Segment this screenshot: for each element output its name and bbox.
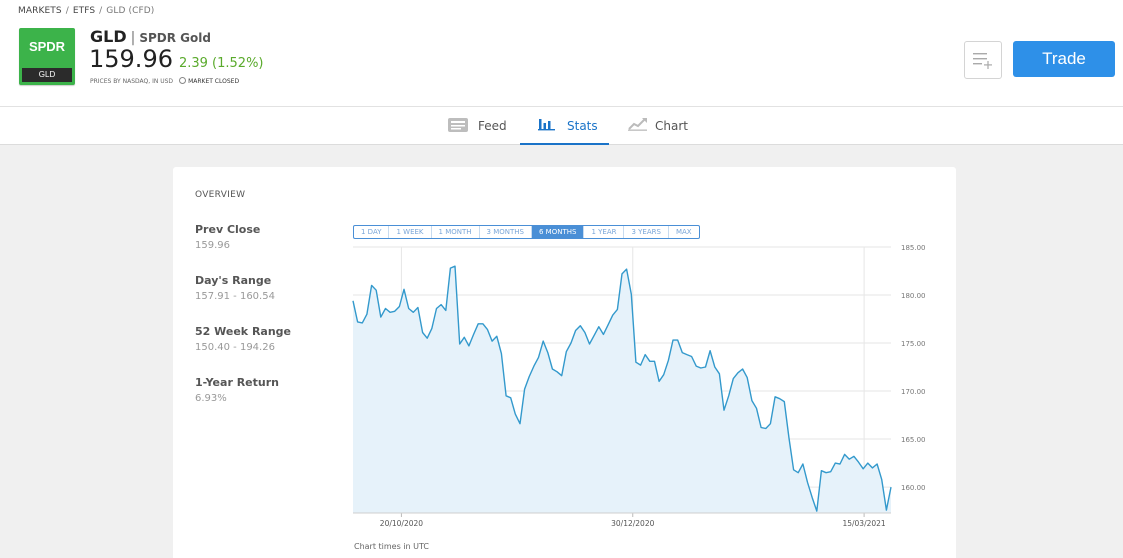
y-tick-label: 165.00 xyxy=(901,436,926,444)
price-row: 159.96 2.39 (1.52%) xyxy=(89,45,264,73)
trade-button[interactable]: Trade xyxy=(1013,41,1115,77)
instrument-title: GLD | SPDR Gold xyxy=(90,27,211,46)
y-tick-label: 175.00 xyxy=(901,340,926,348)
price-subinfo: PRICES BY NASDAQ, IN USD MARKET CLOSED xyxy=(90,77,239,85)
y-tick-label: 180.00 xyxy=(901,292,926,300)
logo-bottom-text: GLD xyxy=(22,68,72,82)
price-change: 2.39 (1.52%) xyxy=(178,56,264,71)
tab-stats-label: Stats xyxy=(567,119,598,133)
tab-stats[interactable]: Stats xyxy=(520,107,609,145)
instrument-header: MARKETS / ETFS / GLD (CFD) SPDR GLD GLD | SPDR… xyxy=(0,0,1123,106)
tab-chart-label: Chart xyxy=(655,119,688,133)
list-add-icon xyxy=(973,53,992,69)
tab-chart[interactable]: Chart xyxy=(628,107,708,145)
instrument-name: SPDR Gold xyxy=(139,31,211,45)
x-tick-label: 20/10/2020 xyxy=(380,519,423,528)
breadcrumb-etfs[interactable]: ETFS xyxy=(73,6,95,16)
breadcrumb-markets[interactable]: MARKETS xyxy=(18,6,62,16)
logo-top-text: SPDR xyxy=(28,39,66,54)
section-tabs: Feed Stats Chart xyxy=(0,106,1123,145)
x-tick-label: 15/03/2021 xyxy=(842,519,885,528)
tab-feed-label: Feed xyxy=(478,119,507,133)
line-chart-icon xyxy=(628,118,647,131)
tab-feed[interactable]: Feed xyxy=(447,107,522,145)
breadcrumb-current: GLD (CFD) xyxy=(106,6,155,16)
instrument-logo: SPDR GLD xyxy=(19,28,75,85)
add-to-watchlist-button[interactable] xyxy=(964,41,1002,79)
y-tick-label: 185.00 xyxy=(901,244,926,252)
instrument-price: 159.96 xyxy=(89,45,173,73)
clock-icon xyxy=(179,77,187,84)
x-tick-label: 30/12/2020 xyxy=(611,519,654,528)
breadcrumb: MARKETS / ETFS / GLD (CFD) xyxy=(18,6,155,16)
instrument-symbol: GLD xyxy=(90,27,127,46)
y-tick-label: 160.00 xyxy=(901,484,926,492)
chart-times-note: Chart times in UTC xyxy=(354,542,430,551)
feed-icon xyxy=(448,118,468,132)
bar-chart-icon xyxy=(538,119,555,131)
market-status: MARKET CLOSED xyxy=(188,78,240,85)
overview-card: OVERVIEW Prev Close 159.96 Day's Range 1… xyxy=(173,167,956,558)
y-tick-label: 170.00 xyxy=(901,388,926,396)
price-source: PRICES BY NASDAQ, IN USD xyxy=(90,78,174,85)
price-chart: 185.00 180.00 175.00 170.00 165.00 160.00 20/1… xyxy=(352,244,926,528)
